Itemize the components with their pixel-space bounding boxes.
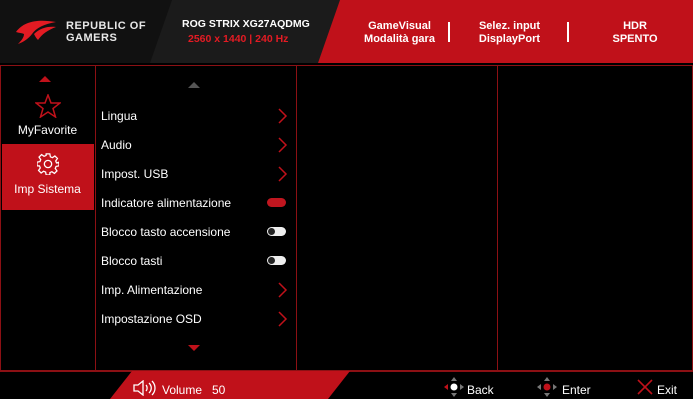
sidebar-item-imp-sistema[interactable]: Imp Sistema — [2, 144, 94, 210]
hdr-value: SPENTO — [612, 33, 658, 45]
input-value: DisplayPort — [478, 33, 541, 45]
enter-button[interactable]: Enter — [562, 383, 591, 397]
power-indicator-toggle[interactable] — [267, 198, 286, 207]
model-name: ROG STRIX XG27AQDMG — [182, 18, 310, 30]
star-icon — [35, 94, 61, 118]
submenu-options-panel — [296, 65, 498, 371]
header-divider — [448, 22, 450, 42]
chevron-right-icon[interactable] — [276, 311, 288, 327]
input-status: Selez. input DisplayPort — [462, 20, 557, 46]
sidebar-item-myfavorite[interactable]: MyFavorite — [2, 88, 94, 143]
input-label: Selez. input — [478, 20, 541, 32]
chevron-right-icon[interactable] — [276, 108, 288, 124]
key-lock-toggle[interactable] — [267, 256, 286, 265]
chevron-right-icon[interactable] — [276, 282, 288, 298]
header-divider — [567, 22, 569, 42]
close-icon — [637, 379, 653, 395]
menu-item-label: Impostazione OSD — [101, 312, 202, 326]
chevron-right-icon[interactable] — [276, 166, 288, 182]
sidebar-item-label: Imp Sistema — [14, 182, 81, 196]
brand-line-1: REPUBLIC OF — [66, 20, 147, 32]
sidebar-item-label: MyFavorite — [17, 123, 78, 137]
gamevisual-label: GameVisual — [368, 20, 431, 32]
menu-item-imp-alimentazione[interactable]: Imp. Alimentazione — [101, 282, 301, 298]
menu-item-label: Indicatore alimentazione — [101, 196, 232, 210]
back-button[interactable]: Back — [467, 383, 494, 397]
menu-item-audio[interactable]: Audio — [101, 137, 301, 153]
sidebar-scroll-up-icon[interactable] — [39, 76, 51, 82]
menu-item-label: Blocco tasto accensione — [101, 225, 231, 239]
chevron-right-icon[interactable] — [276, 137, 288, 153]
menu-item-label: Impost. USB — [101, 167, 169, 181]
hdr-status: HDR SPENTO — [590, 20, 680, 46]
menu-scroll-up-icon[interactable] — [188, 82, 200, 88]
menu-scroll-down-icon[interactable] — [188, 345, 200, 351]
menu-item-label: Blocco tasti — [101, 254, 163, 268]
exit-button[interactable]: Exit — [657, 383, 677, 397]
hdr-label: HDR — [623, 20, 647, 32]
menu-item-label: Lingua — [101, 109, 138, 123]
gamevisual-status: GameVisual Modalità gara — [352, 20, 447, 46]
menu-item-label: Audio — [101, 138, 132, 152]
model-info-block: ROG STRIX XG27AQDMG 2560 x 1440 | 240 Hz — [150, 0, 340, 63]
menu-item-impost-usb[interactable]: Impost. USB — [101, 166, 301, 182]
rog-eye-logo-icon — [16, 20, 56, 44]
gear-icon — [37, 153, 59, 175]
joystick-left-icon — [444, 377, 464, 397]
joystick-press-icon — [537, 377, 557, 397]
menu-item-impostazione-osd[interactable]: Impostazione OSD — [101, 311, 301, 327]
gamevisual-value: Modalità gara — [364, 33, 435, 45]
speaker-icon — [133, 380, 156, 396]
menu-item-lingua[interactable]: Lingua — [101, 108, 301, 124]
volume-label: Volume — [162, 383, 203, 397]
brand-text: REPUBLIC OF GAMERS — [66, 20, 146, 44]
submenu-detail-panel — [497, 65, 693, 371]
menu-item-label: Imp. Alimentazione — [101, 283, 203, 297]
volume-value: 50 — [212, 383, 226, 397]
rog-logo-block: REPUBLIC OF GAMERS — [0, 0, 180, 63]
power-key-lock-toggle[interactable] — [267, 227, 286, 236]
model-spec: 2560 x 1440 | 240 Hz — [188, 33, 289, 45]
brand-line-2: GAMERS — [66, 32, 118, 44]
